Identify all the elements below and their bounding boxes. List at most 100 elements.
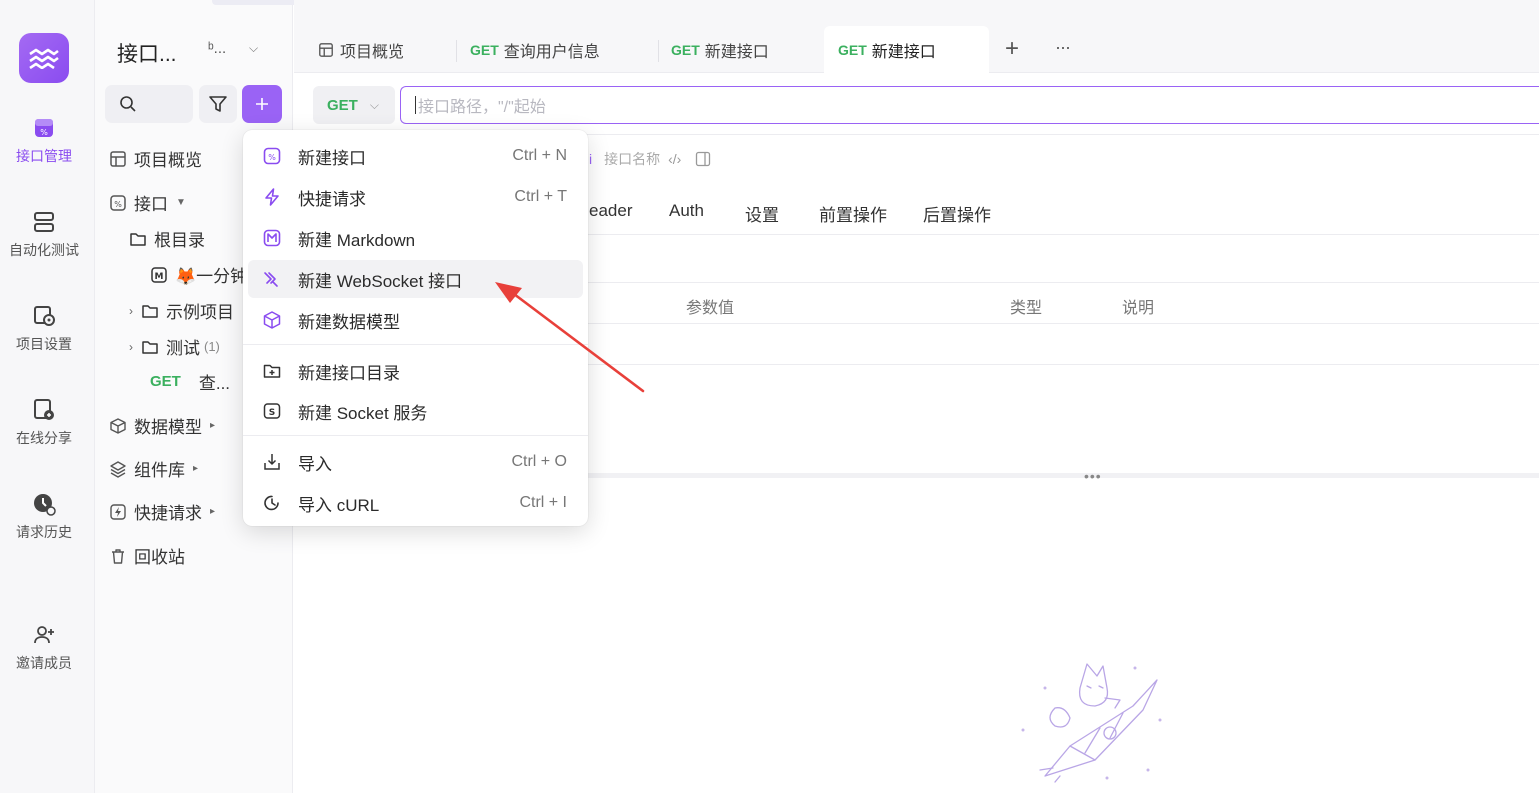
rail-item-request-history[interactable]: 请求历史 — [0, 492, 88, 542]
tab-new-api-active[interactable]: GET 新建接口 — [824, 26, 989, 73]
tab-query-user-info[interactable]: GET 查询用户信息 — [456, 26, 656, 73]
tree-item-quick-requests[interactable]: 快捷请求 ▸ — [109, 499, 215, 524]
column-header-description: 说明 — [1122, 300, 1155, 317]
url-placeholder: 接口路径，"/"起始 — [418, 99, 546, 116]
caret-right-icon[interactable]: ▸ — [210, 420, 215, 431]
tab-label: 新建接口 — [871, 43, 936, 61]
tree-item-label: 组件库 — [134, 461, 185, 480]
rail-item-invite-members[interactable]: 邀请成员 — [0, 623, 88, 673]
plus-icon — [256, 98, 268, 110]
menu-item-label: 快捷请求 — [298, 189, 366, 209]
tab-bar: 项目概览 GET 查询用户信息 GET 新建接口 GET 新建接口 + ··· — [294, 0, 1539, 73]
svg-text:%: % — [268, 153, 276, 162]
annotation-arrow — [495, 282, 645, 393]
rail-item-project-settings[interactable]: 项目设置 — [0, 304, 88, 354]
code-icon[interactable]: ‹/› — [668, 151, 681, 167]
method-select[interactable]: GET ⌵ — [313, 86, 395, 124]
rail-item-api-management[interactable]: % 接口管理 — [0, 116, 88, 166]
rail-item-label: 在线分享 — [16, 430, 72, 446]
trash-icon — [112, 548, 124, 564]
svg-text:S: S — [269, 408, 275, 418]
add-tab-button[interactable]: + — [1005, 35, 1019, 63]
item-count: (1) — [204, 339, 220, 354]
search-input[interactable] — [105, 85, 193, 123]
invite-user-icon — [34, 626, 54, 644]
method-badge: GET — [150, 373, 181, 390]
api-icon: % — [110, 194, 126, 211]
chevron-right-icon[interactable]: › — [129, 304, 133, 318]
rocket-fox-illustration — [1021, 663, 1162, 783]
rail-item-label: 邀请成员 — [16, 655, 72, 671]
filter-button[interactable] — [199, 85, 237, 123]
method-value: GET — [327, 96, 358, 114]
tab-label: 项目概览 — [340, 43, 405, 61]
tree-item-label: 示例项目 — [166, 303, 234, 322]
tree-item-example-folder[interactable]: › 示例项目 — [129, 298, 234, 323]
tree-item-markdown-doc[interactable]: M 🦊一分钟 — [150, 262, 247, 287]
tab-header[interactable]: eader — [589, 201, 632, 221]
socket-icon: S — [263, 403, 281, 419]
tree-item-overview[interactable]: 项目概览 — [109, 146, 202, 171]
add-button[interactable] — [242, 85, 282, 123]
tree-item-apis[interactable]: % 接口 ▼ — [109, 190, 186, 215]
cube-icon — [110, 417, 126, 434]
cube-icon — [263, 311, 281, 329]
tree-item-label: 接口 — [134, 195, 168, 214]
column-header-type: 类型 — [1010, 300, 1043, 317]
tab-label: 新建接口 — [704, 43, 769, 61]
branch-selector[interactable]: ᵇ... — [208, 40, 226, 57]
tab-auth[interactable]: Auth — [669, 201, 704, 221]
api-name-placeholder: 接口名称 — [604, 151, 661, 167]
api-icon: % — [263, 147, 281, 165]
chevron-down-icon: ⌵ — [369, 97, 379, 112]
tree-item-data-models[interactable]: 数据模型 ▸ — [109, 413, 215, 438]
app-logo[interactable] — [19, 33, 69, 83]
tree-item-label: 数据模型 — [134, 418, 202, 437]
menu-item-import-curl[interactable]: 导入 cURL Ctrl + I — [248, 484, 583, 522]
tab-new-api[interactable]: GET 新建接口 — [657, 26, 822, 73]
tab-post-processors[interactable]: 后置操作 — [923, 201, 991, 226]
tab-project-overview[interactable]: 项目概览 — [304, 26, 454, 73]
tree-item-get-endpoint[interactable]: GET 查... — [150, 369, 230, 394]
rail-item-label: 请求历史 — [16, 524, 72, 540]
tree-item-components[interactable]: 组件库 ▸ — [109, 456, 198, 481]
caret-down-icon[interactable]: ▼ — [176, 197, 186, 208]
svg-text:%: % — [114, 200, 122, 209]
tree-item-label: 🦊一分钟 — [175, 267, 248, 286]
overview-icon — [110, 150, 126, 167]
url-input[interactable]: 接口路径，"/"起始 — [400, 86, 1539, 124]
menu-divider — [243, 435, 588, 436]
tab-settings[interactable]: 设置 — [745, 201, 779, 226]
caret-right-icon[interactable]: ▸ — [193, 463, 198, 474]
rail-item-label: 项目设置 — [16, 336, 72, 352]
tree-item-trash[interactable]: 回收站 — [109, 543, 185, 568]
tab-pre-processors[interactable]: 前置操作 — [819, 201, 887, 226]
menu-item-quick-request[interactable]: 快捷请求 Ctrl + T — [248, 178, 583, 216]
chevron-right-icon[interactable]: › — [129, 340, 133, 354]
overview-icon — [319, 42, 333, 57]
menu-item-new-api[interactable]: % 新建接口 Ctrl + N — [248, 137, 583, 175]
rail-item-online-share[interactable]: 在线分享 — [0, 398, 88, 448]
menu-item-shortcut: Ctrl + I — [519, 494, 567, 511]
column-header-value: 参数值 — [686, 300, 735, 317]
settings-icon — [34, 306, 55, 326]
menu-item-new-markdown[interactable]: 新建 Markdown — [248, 219, 583, 257]
menu-item-label: 导入 — [298, 454, 332, 474]
markdown-icon — [263, 229, 281, 247]
chevron-down-icon[interactable]: ⌵ — [249, 41, 258, 56]
tab-label: 查询用户信息 — [503, 43, 600, 61]
tree-item-test-folder[interactable]: › 测试 (1) — [129, 334, 220, 359]
more-tabs-button[interactable]: ··· — [1055, 37, 1071, 58]
menu-item-label: 新建 Markdown — [298, 230, 416, 250]
project-title[interactable]: 接口... — [117, 38, 177, 68]
name-prefix: i — [589, 151, 593, 167]
tree-item-root[interactable]: 根目录 — [129, 226, 205, 251]
api-name-field[interactable]: i 接口名称 ‹/› — [589, 149, 711, 169]
caret-right-icon[interactable]: ▸ — [210, 506, 215, 517]
import-icon — [264, 454, 280, 470]
history-icon — [34, 494, 56, 516]
menu-item-import[interactable]: 导入 Ctrl + O — [248, 443, 583, 481]
rail-item-automation[interactable]: 自动化测试 — [0, 210, 88, 260]
panel-toggle-icon[interactable] — [695, 151, 711, 167]
drag-handle-icon[interactable]: ••• — [1084, 468, 1102, 484]
